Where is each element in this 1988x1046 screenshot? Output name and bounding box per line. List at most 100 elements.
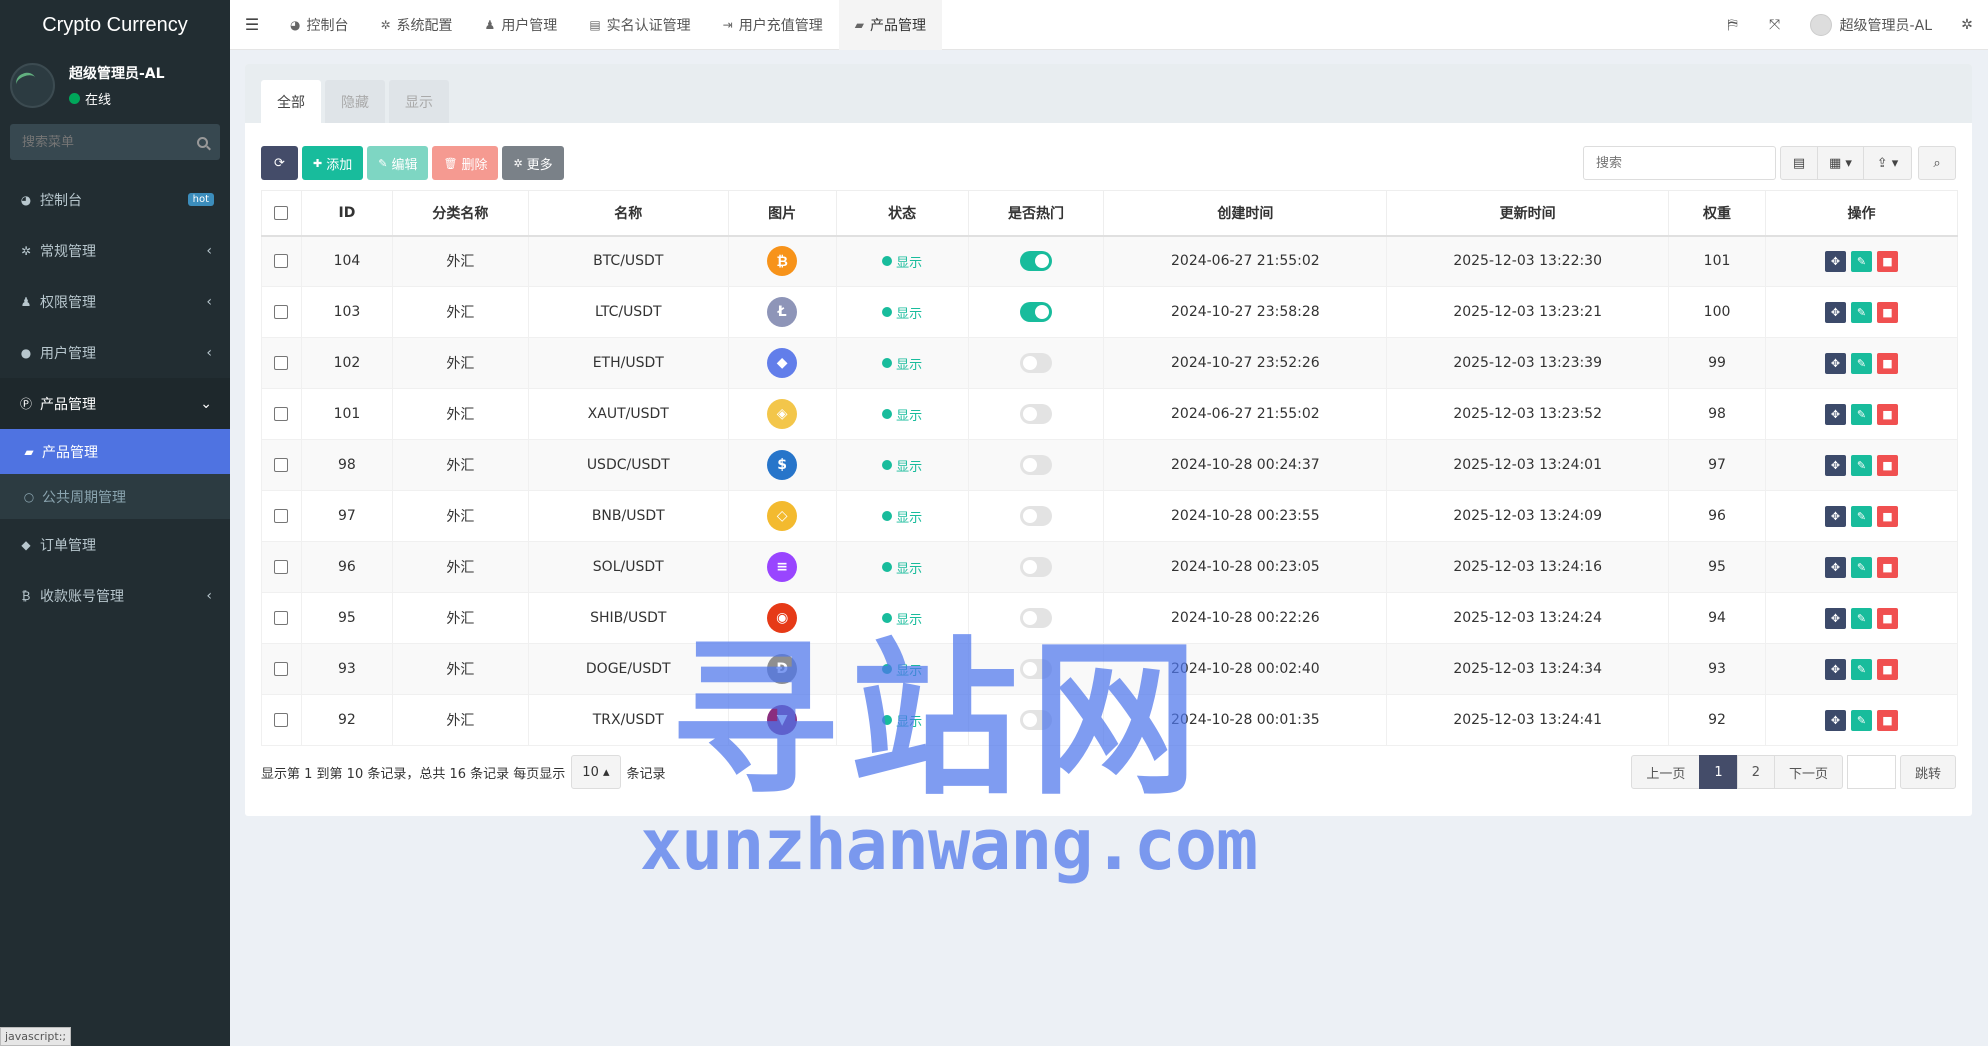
row-select-cell[interactable] bbox=[261, 592, 302, 644]
move-button[interactable]: ✥ bbox=[1825, 250, 1846, 272]
hot-toggle[interactable] bbox=[1020, 353, 1052, 373]
column-header[interactable]: 名称 bbox=[527, 190, 729, 237]
column-header[interactable]: 状态 bbox=[835, 190, 969, 237]
delete-row-button[interactable]: ■ bbox=[1877, 607, 1898, 629]
row-select-cell[interactable] bbox=[261, 286, 302, 338]
delete-row-button[interactable]: ■ bbox=[1877, 709, 1898, 731]
fullscreen-icon[interactable]: ⤧ bbox=[1754, 0, 1796, 50]
delete-row-button[interactable]: ■ bbox=[1877, 352, 1898, 374]
hot-toggle[interactable] bbox=[1020, 710, 1052, 730]
row-checkbox[interactable] bbox=[274, 356, 289, 370]
table-row[interactable]: 96 外汇 SOL/USDT ≡ 显示 2024-10-28 00:23:05 2025-1… bbox=[261, 541, 1958, 593]
column-header[interactable]: 创建时间 bbox=[1103, 190, 1388, 237]
edit-row-button[interactable]: ✎ bbox=[1851, 301, 1872, 323]
more-button[interactable]: ✲ 更多 bbox=[502, 146, 564, 180]
status-badge[interactable]: 显示 bbox=[882, 354, 922, 373]
delete-button[interactable]: 🗑 删除 bbox=[432, 146, 499, 180]
row-checkbox[interactable] bbox=[274, 560, 289, 574]
nav-user-menu[interactable]: 超级管理员-AL bbox=[1796, 0, 1946, 50]
ltc-coin-icon[interactable]: Ł bbox=[767, 297, 798, 327]
row-checkbox[interactable] bbox=[274, 407, 289, 421]
row-checkbox[interactable] bbox=[274, 254, 289, 269]
move-button[interactable]: ✥ bbox=[1825, 352, 1846, 374]
table-row[interactable]: 104 外汇 BTC/USDT ₿ 显示 2024-06-27 21:55:02 2025-… bbox=[261, 235, 1958, 287]
row-select-cell[interactable] bbox=[261, 337, 302, 389]
refresh-button[interactable]: ⟳ bbox=[261, 146, 298, 180]
nav-tab-kyc[interactable]: ▤ 实名认证管理 bbox=[573, 0, 706, 50]
status-badge[interactable]: 显示 bbox=[882, 303, 922, 322]
sidebar-item-general[interactable]: ✲ 常规管理 ‹ bbox=[0, 225, 230, 276]
nav-tab-users[interactable]: ♟ 用户管理 bbox=[469, 0, 574, 50]
settings-icon[interactable]: ✲ bbox=[1946, 0, 1988, 50]
hot-toggle[interactable] bbox=[1020, 557, 1052, 577]
sidebar-subitem-products[interactable]: ▰ 产品管理 bbox=[0, 429, 230, 474]
select-all-checkbox[interactable] bbox=[274, 205, 289, 220]
delete-row-button[interactable]: ■ bbox=[1877, 403, 1898, 425]
tab-all[interactable]: 全部 bbox=[261, 80, 321, 123]
hot-toggle[interactable] bbox=[1020, 506, 1052, 526]
sidebar-search-input[interactable] bbox=[22, 134, 182, 150]
table-search-input[interactable] bbox=[1583, 146, 1776, 180]
eth-coin-icon[interactable]: ◆ bbox=[767, 348, 798, 378]
status-badge[interactable]: 显示 bbox=[882, 252, 922, 271]
edit-row-button[interactable]: ✎ bbox=[1851, 352, 1872, 374]
sol-coin-icon[interactable]: ≡ bbox=[767, 552, 798, 582]
prev-page-button[interactable]: 上一页 bbox=[1631, 755, 1701, 789]
sidebar-item-accounts[interactable]: ₿ 收款账号管理 ‹ bbox=[0, 570, 230, 621]
move-button[interactable]: ✥ bbox=[1825, 301, 1846, 323]
row-checkbox[interactable] bbox=[274, 662, 289, 676]
edit-row-button[interactable]: ✎ bbox=[1851, 709, 1872, 731]
select-all-cell[interactable] bbox=[261, 190, 302, 237]
hot-toggle[interactable] bbox=[1020, 659, 1052, 679]
table-row[interactable]: 92 外汇 TRX/USDT ▼ 显示 2024-10-28 00:01:35 2025-1… bbox=[261, 694, 1958, 746]
language-icon[interactable]: ⛿ bbox=[1712, 0, 1754, 50]
hot-toggle[interactable] bbox=[1020, 608, 1052, 628]
row-checkbox[interactable] bbox=[274, 305, 289, 319]
delete-row-button[interactable]: ■ bbox=[1877, 301, 1898, 323]
move-button[interactable]: ✥ bbox=[1825, 607, 1846, 629]
tab-visible[interactable]: 显示 bbox=[389, 80, 449, 123]
move-button[interactable]: ✥ bbox=[1825, 454, 1846, 476]
jump-page-input[interactable] bbox=[1846, 755, 1896, 789]
table-row[interactable]: 102 外汇 ETH/USDT ◆ 显示 2024-10-27 23:52:26 2025-… bbox=[261, 337, 1958, 389]
move-button[interactable]: ✥ bbox=[1825, 709, 1846, 731]
row-select-cell[interactable] bbox=[261, 694, 302, 746]
shib-coin-icon[interactable]: ◉ bbox=[767, 603, 798, 633]
move-button[interactable]: ✥ bbox=[1825, 505, 1846, 527]
row-checkbox[interactable] bbox=[274, 458, 289, 472]
sidebar-item-orders[interactable]: ◆ 订单管理 bbox=[0, 519, 230, 570]
nav-tab-config[interactable]: ✲ 系统配置 bbox=[364, 0, 468, 50]
column-header[interactable]: 分类名称 bbox=[391, 190, 529, 237]
columns-button[interactable]: ▦ ▾ bbox=[1818, 146, 1864, 180]
status-badge[interactable]: 显示 bbox=[882, 456, 922, 475]
hot-toggle[interactable] bbox=[1020, 455, 1052, 475]
bnb-coin-icon[interactable]: ◇ bbox=[767, 501, 798, 531]
delete-row-button[interactable]: ■ bbox=[1877, 250, 1898, 272]
row-select-cell[interactable] bbox=[261, 235, 302, 287]
nav-tab-recharge[interactable]: ⇥ 用户充值管理 bbox=[707, 0, 839, 50]
delete-row-button[interactable]: ■ bbox=[1877, 658, 1898, 680]
row-checkbox[interactable] bbox=[274, 713, 289, 727]
delete-row-button[interactable]: ■ bbox=[1877, 505, 1898, 527]
row-checkbox[interactable] bbox=[274, 509, 289, 523]
toggle-view-button[interactable]: ▤ bbox=[1780, 146, 1818, 180]
move-button[interactable]: ✥ bbox=[1825, 403, 1846, 425]
move-button[interactable]: ✥ bbox=[1825, 556, 1846, 578]
xaut-coin-icon[interactable]: ◈ bbox=[767, 399, 798, 429]
sidebar-toggle-icon[interactable]: ☰ bbox=[230, 0, 274, 50]
edit-button[interactable]: ✎ 编辑 bbox=[367, 146, 429, 180]
sidebar-subitem-cycles[interactable]: ○ 公共周期管理 bbox=[0, 474, 230, 519]
btc-coin-icon[interactable]: ₿ bbox=[767, 246, 798, 277]
tab-hidden[interactable]: 隐藏 bbox=[325, 80, 385, 123]
table-row[interactable]: 103 外汇 LTC/USDT Ł 显示 2024-10-27 23:58:28 2025-… bbox=[261, 286, 1958, 338]
next-page-button[interactable]: 下一页 bbox=[1773, 755, 1843, 789]
row-checkbox[interactable] bbox=[274, 611, 289, 625]
edit-row-button[interactable]: ✎ bbox=[1851, 454, 1872, 476]
edit-row-button[interactable]: ✎ bbox=[1851, 403, 1872, 425]
status-badge[interactable]: 显示 bbox=[882, 609, 922, 628]
jump-button[interactable]: 跳转 bbox=[1899, 755, 1956, 789]
row-select-cell[interactable] bbox=[261, 541, 302, 593]
sidebar-item-permissions[interactable]: ♟ 权限管理 ‹ bbox=[0, 276, 230, 327]
delete-row-button[interactable]: ■ bbox=[1877, 454, 1898, 476]
search-icon[interactable] bbox=[197, 136, 208, 148]
